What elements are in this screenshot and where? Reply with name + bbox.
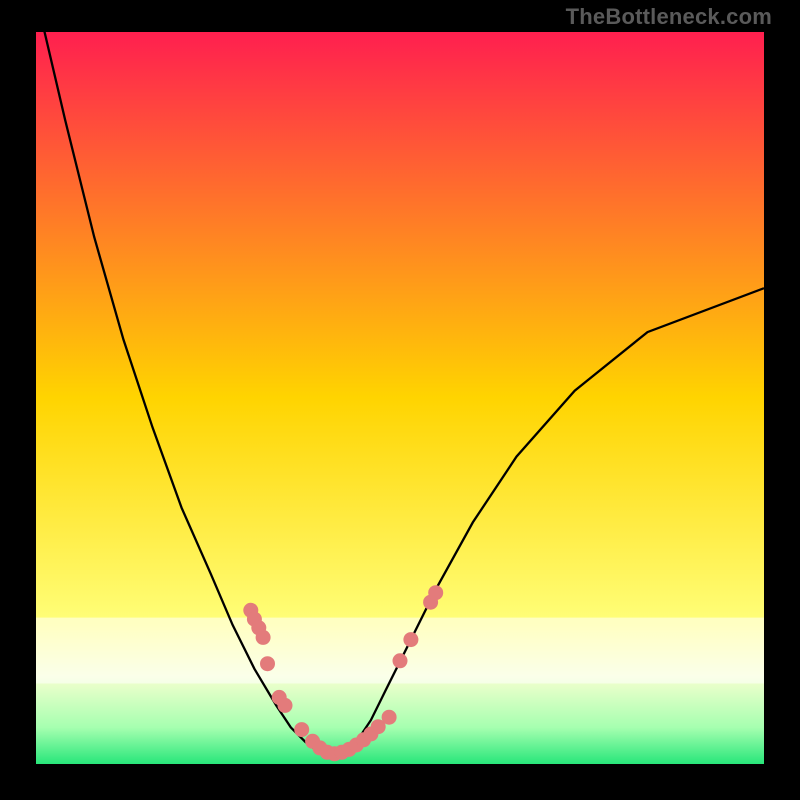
scatter-dot	[403, 632, 418, 647]
chart-frame: TheBottleneck.com	[0, 0, 800, 800]
scatter-dot	[382, 710, 397, 725]
plot-area	[36, 32, 764, 764]
scatter-dot	[278, 698, 293, 713]
scatter-dot	[428, 585, 443, 600]
white-band	[36, 618, 764, 684]
scatter-dot	[256, 630, 271, 645]
scatter-dot	[260, 656, 275, 671]
scatter-dot	[294, 722, 309, 737]
scatter-dot	[393, 653, 408, 668]
chart-svg	[36, 32, 764, 764]
attribution-text: TheBottleneck.com	[566, 4, 772, 30]
